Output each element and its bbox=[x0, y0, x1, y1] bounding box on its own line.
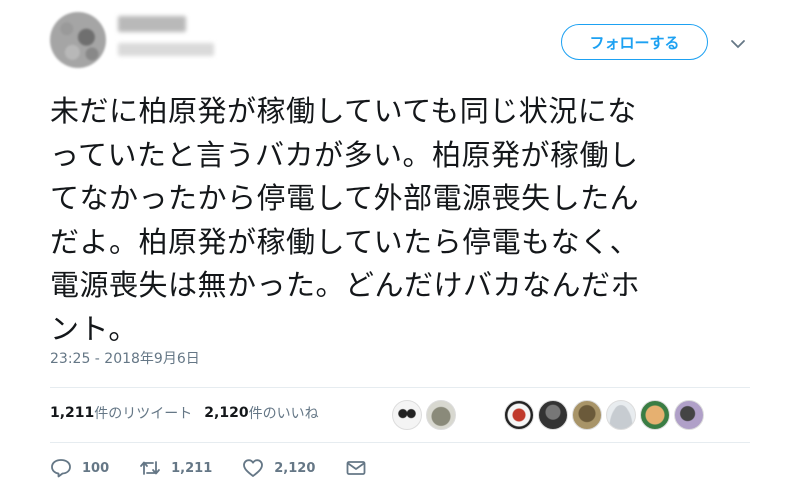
liker-avatar[interactable] bbox=[606, 400, 636, 430]
follow-button[interactable]: フォローする bbox=[561, 24, 708, 60]
liker-avatar[interactable] bbox=[504, 400, 534, 430]
liker-avatar[interactable] bbox=[392, 400, 422, 430]
divider bbox=[50, 387, 750, 388]
liker-avatar[interactable] bbox=[674, 400, 704, 430]
engagement-stats: 1,211 件のリツイート 2,120 件のいいね bbox=[50, 401, 319, 425]
retweets-label[interactable]: 件のリツイート bbox=[94, 403, 192, 423]
tweet-actions: 100 1,211 2,120 bbox=[50, 458, 407, 478]
tweet-timestamp[interactable]: 23:25 - 2018年9月6日 bbox=[50, 348, 200, 368]
liker-avatar[interactable] bbox=[426, 400, 456, 430]
divider bbox=[50, 442, 750, 443]
user-handle[interactable] bbox=[118, 43, 214, 56]
likes-count[interactable]: 2,120 bbox=[204, 405, 248, 421]
liker-avatar[interactable] bbox=[538, 400, 568, 430]
liker-avatars bbox=[392, 400, 460, 430]
liker-avatar[interactable] bbox=[640, 400, 670, 430]
like-button[interactable]: 2,120 bbox=[242, 458, 315, 478]
retweet-button[interactable]: 1,211 bbox=[139, 458, 212, 478]
like-count: 2,120 bbox=[274, 460, 316, 476]
tweet-text-line: てなかったから停電して外部電源喪失したん bbox=[50, 181, 640, 215]
tweet-text-line: だよ。柏原発が稼働していたら停電もなく、 bbox=[50, 224, 640, 259]
reply-icon bbox=[51, 459, 71, 478]
retweets-count[interactable]: 1,211 bbox=[50, 405, 94, 421]
mail-icon bbox=[346, 461, 366, 475]
avatar[interactable] bbox=[50, 12, 106, 68]
tweet-text-line: っていたと言うバカが多い。柏原発が稼働し bbox=[50, 137, 639, 172]
reply-button[interactable]: 100 bbox=[50, 458, 109, 478]
tweet-text-line: 電源喪失は無かった。どんだけバカなんだホ bbox=[50, 268, 641, 302]
tweet-text: 未だに柏原発が稼働していても同じ状況にな っていたと言うバカが多い。柏原発が稼働… bbox=[50, 90, 750, 351]
retweet-count: 1,211 bbox=[171, 460, 213, 476]
heart-icon bbox=[243, 459, 264, 477]
retweet-icon bbox=[140, 461, 161, 475]
likes-label[interactable]: 件のいいね bbox=[249, 403, 319, 423]
tweet-text-line: 未だに柏原発が稼働していても同じ状況にな bbox=[50, 94, 637, 128]
display-name[interactable] bbox=[118, 16, 186, 32]
liker-avatars bbox=[504, 400, 708, 430]
direct-message-button[interactable] bbox=[345, 458, 377, 478]
tweet-text-line: ント。 bbox=[50, 311, 138, 346]
caret-down-icon[interactable] bbox=[729, 35, 747, 53]
reply-count: 100 bbox=[82, 460, 110, 476]
liker-avatar[interactable] bbox=[572, 400, 602, 430]
